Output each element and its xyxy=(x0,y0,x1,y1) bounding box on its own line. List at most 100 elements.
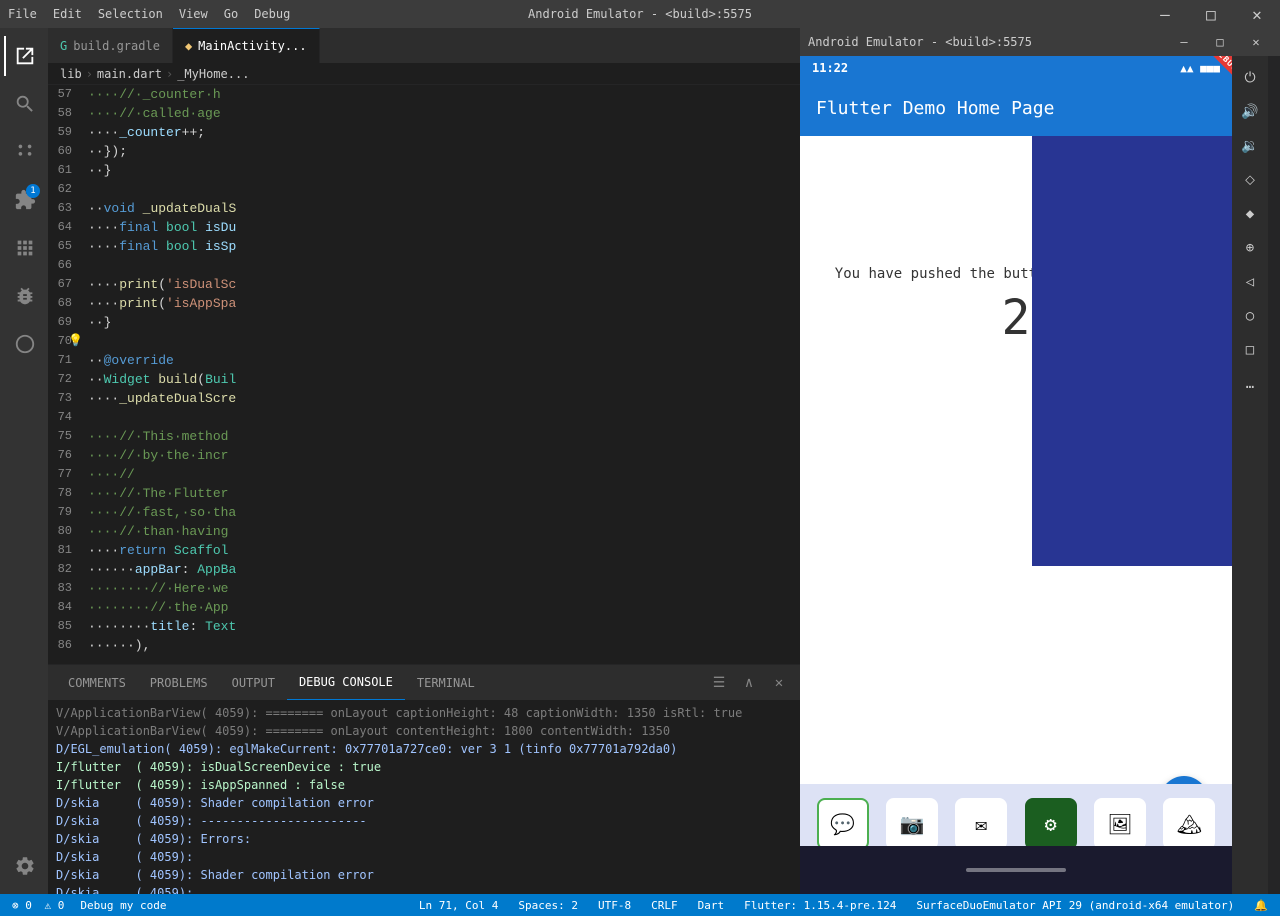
menu-file[interactable]: File xyxy=(8,7,37,21)
tab-problems[interactable]: PROBLEMS xyxy=(138,665,220,700)
activity-search[interactable] xyxy=(4,84,44,124)
title-bar: File Edit Selection View Go Debug Androi… xyxy=(0,0,1280,28)
activity-run[interactable] xyxy=(4,228,44,268)
activity-extensions[interactable]: 1 xyxy=(4,180,44,220)
menu-selection[interactable]: Selection xyxy=(98,7,163,21)
extensions-badge: 1 xyxy=(26,184,40,198)
status-encoding[interactable]: UTF-8 xyxy=(594,899,635,912)
tab-output[interactable]: OUTPUT xyxy=(220,665,287,700)
activity-explorer[interactable] xyxy=(4,36,44,76)
code-line-80: 80 ····//·than·having xyxy=(48,522,800,541)
menu-bar[interactable]: File Edit Selection View Go Debug xyxy=(8,7,290,21)
counter-value: 2 xyxy=(1002,290,1031,346)
emu-recents-btn[interactable]: □ xyxy=(1236,336,1264,364)
status-line-col[interactable]: Ln 71, Col 4 xyxy=(415,899,502,912)
code-editor[interactable]: 57 ····//·_counter·h 58 ····//·called·ag… xyxy=(48,85,800,664)
emu-zoom-btn[interactable]: ⊕ xyxy=(1236,234,1264,262)
code-line-64: 64 ····final bool isDu xyxy=(48,218,800,237)
code-line-77: 77 ····// xyxy=(48,465,800,484)
close-button[interactable]: ✕ xyxy=(1234,0,1280,28)
status-errors[interactable]: ⊗ 0 ⚠ 0 xyxy=(8,899,68,912)
log-line-7: D/skia ( 4059): Errors: xyxy=(56,830,792,848)
panel-tabs: COMMENTS PROBLEMS OUTPUT DEBUG CONSOLE T… xyxy=(48,665,800,700)
status-bar: ⊗ 0 ⚠ 0 Debug my code Ln 71, Col 4 Space… xyxy=(0,894,1280,916)
maximize-button[interactable]: □ xyxy=(1188,0,1234,28)
status-language[interactable]: Dart xyxy=(694,899,729,912)
emu-minimize[interactable]: — xyxy=(1168,31,1200,53)
log-line-6: D/skia ( 4059): ----------------------- xyxy=(56,812,792,830)
code-line-76: 76 ····//·by·the·incr xyxy=(48,446,800,465)
activity-git[interactable] xyxy=(4,324,44,364)
status-device[interactable]: SurfaceDuoEmulator API 29 (android-x64 e… xyxy=(912,899,1238,912)
panel-expand-btn[interactable]: ∧ xyxy=(736,670,762,696)
breadcrumb-lib[interactable]: lib xyxy=(60,67,82,81)
emu-volume-up-btn[interactable]: 🔊 xyxy=(1236,98,1264,126)
app-mail[interactable]: ✉ xyxy=(955,798,1007,850)
log-line-8: D/skia ( 4059): xyxy=(56,848,792,866)
menu-view[interactable]: View xyxy=(179,7,208,21)
breadcrumb-class[interactable]: _MyHome... xyxy=(177,67,249,81)
code-line-69: 69 ··} xyxy=(48,313,800,332)
tab-comments[interactable]: COMMENTS xyxy=(56,665,138,700)
tab-terminal[interactable]: TERMINAL xyxy=(405,665,487,700)
code-line-70: 70 💡 xyxy=(48,332,800,351)
code-line-74: 74 xyxy=(48,408,800,427)
code-line-58: 58 ····//·called·age xyxy=(48,104,800,123)
emu-more-btn[interactable]: … xyxy=(1236,370,1264,398)
window-controls[interactable]: — □ ✕ xyxy=(1142,0,1280,28)
phone-screen: 11:22 ▲▲ ■■■ DEBUG Flutter Demo Home Pag… xyxy=(800,56,1232,894)
app-gallery[interactable]: 🖼 xyxy=(1094,798,1146,850)
activity-settings[interactable] xyxy=(4,846,44,886)
menu-edit[interactable]: Edit xyxy=(53,7,82,21)
menu-debug[interactable]: Debug xyxy=(254,7,290,21)
code-line-68: 68 ····print('isAppSpa xyxy=(48,294,800,313)
tab-gradle[interactable]: G build.gradle xyxy=(48,28,173,63)
breadcrumb-file[interactable]: main.dart xyxy=(97,67,162,81)
status-notification-bell[interactable]: 🔔 xyxy=(1250,899,1272,912)
app-photos[interactable]: 🏔 xyxy=(1163,798,1215,850)
panel-list-btn[interactable]: ☰ xyxy=(706,670,732,696)
app-settings[interactable]: ⚙ xyxy=(1025,798,1077,850)
status-debug[interactable]: Debug my code xyxy=(76,899,170,912)
phone-status-bar: 11:22 ▲▲ ■■■ xyxy=(800,56,1232,80)
emu-close[interactable]: ✕ xyxy=(1240,31,1272,53)
code-line-78: 78 ····//·The·Flutter xyxy=(48,484,800,503)
app-messages[interactable]: 💬 xyxy=(817,798,869,850)
emu-back-btn[interactable]: ◁ xyxy=(1236,268,1264,296)
log-line-9: D/skia ( 4059): Shader compilation error xyxy=(56,866,792,884)
code-line-57: 57 ····//·_counter·h xyxy=(48,85,800,104)
status-line-ending[interactable]: CRLF xyxy=(647,899,682,912)
activity-source-control[interactable] xyxy=(4,132,44,172)
dart-icon: ◆ xyxy=(185,39,192,53)
log-line-5: D/skia ( 4059): Shader compilation error xyxy=(56,794,792,812)
code-line-65: 65 ····final bool isSp xyxy=(48,237,800,256)
phone-bottom-nav xyxy=(800,846,1232,894)
emu-rotate-btn[interactable]: ⬦ xyxy=(1236,166,1264,194)
second-screen xyxy=(1032,136,1232,566)
phone-time: 11:22 xyxy=(812,61,848,75)
minimize-button[interactable]: — xyxy=(1142,0,1188,28)
emu-power-btn[interactable]: ⏻ xyxy=(1236,64,1264,92)
emu-screenshot-btn[interactable]: ◆ xyxy=(1236,200,1264,228)
status-spaces[interactable]: Spaces: 2 xyxy=(514,899,582,912)
log-line-0: V/ApplicationBarView( 4059): ======== on… xyxy=(56,704,792,722)
emu-volume-down-btn[interactable]: 🔉 xyxy=(1236,132,1264,160)
tab-mainactivity[interactable]: ◆ MainActivity... xyxy=(173,28,320,63)
emulator-window-controls[interactable]: — □ ✕ xyxy=(1168,31,1272,53)
emu-home-btn[interactable]: ○ xyxy=(1236,302,1264,330)
log-line-2: D/EGL_emulation( 4059): eglMakeCurrent: … xyxy=(56,740,792,758)
log-line-10: D/skia ( 4059): xyxy=(56,884,792,894)
app-camera[interactable]: 📷 xyxy=(886,798,938,850)
activity-debug[interactable] xyxy=(4,276,44,316)
activity-bar: 1 xyxy=(0,28,48,894)
code-line-79: 79 ····//·fast,·so·tha xyxy=(48,503,800,522)
panel-content[interactable]: V/ApplicationBarView( 4059): ======== on… xyxy=(48,700,800,894)
log-line-4: I/flutter ( 4059): isAppSpanned : false xyxy=(56,776,792,794)
panel-close-btn[interactable]: ✕ xyxy=(766,670,792,696)
tab-debug-console[interactable]: DEBUG CONSOLE xyxy=(287,665,405,700)
bottom-panel: COMMENTS PROBLEMS OUTPUT DEBUG CONSOLE T… xyxy=(48,664,800,894)
panel-controls: ☰ ∧ ✕ xyxy=(706,670,792,696)
menu-go[interactable]: Go xyxy=(224,7,238,21)
status-flutter[interactable]: Flutter: 1.15.4-pre.124 xyxy=(740,899,900,912)
emu-maximize[interactable]: □ xyxy=(1204,31,1236,53)
